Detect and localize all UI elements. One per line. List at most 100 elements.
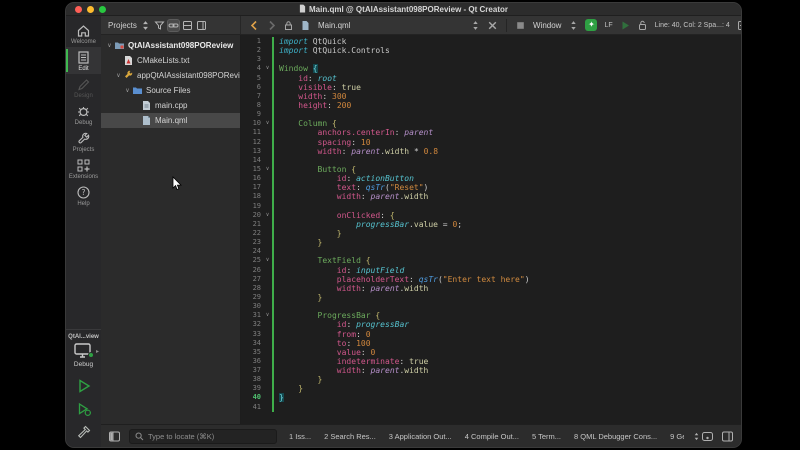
code-text <box>274 156 279 165</box>
code-text: import QtQuick.Controls <box>274 46 390 55</box>
output-tab-4[interactable]: 4 Compile Out... <box>465 432 519 441</box>
document-dropdown-icon[interactable] <box>470 20 481 31</box>
close-window-button[interactable] <box>75 6 82 13</box>
output-tab-5[interactable]: 5 Term... <box>532 432 561 441</box>
fold-marker-icon[interactable]: ∨ <box>263 256 272 265</box>
tree-item[interactable]: CMakeLists.txt <box>101 53 240 68</box>
code-text: width: parent.width <box>274 366 428 375</box>
tree-item[interactable]: ∨appQtAIAssistant098POReview <box>101 68 240 83</box>
code-line: 26 id: inputField <box>241 266 741 275</box>
code-text: width: parent.width <box>274 284 428 293</box>
sidebar-mode-edit[interactable]: Edit <box>66 47 101 74</box>
tree-expand-chevron[interactable]: ∨ <box>123 87 132 94</box>
code-line: 21 progressBar.value = 0; <box>241 220 741 229</box>
home-icon <box>76 23 91 38</box>
sidebar-mode-projects[interactable]: Projects <box>66 128 101 155</box>
monitor-icon: ▸ <box>74 343 93 359</box>
line-number: 2 <box>241 46 263 55</box>
tree-expand-chevron[interactable]: ∨ <box>114 72 123 79</box>
output-tab-1[interactable]: 1 Iss... <box>289 432 311 441</box>
toggle-left-sidebar-icon[interactable] <box>108 430 121 443</box>
sidebar-mode-design[interactable]: Design <box>66 74 101 101</box>
line-number: 32 <box>241 320 263 329</box>
fold-marker-icon[interactable]: ∨ <box>263 311 272 320</box>
line-number: 30 <box>241 302 263 311</box>
output-panes-dropdown-icon[interactable] <box>692 432 701 441</box>
toolbar-divider <box>506 19 507 32</box>
tree-expand-chevron[interactable]: ∨ <box>105 42 114 49</box>
locator-input[interactable]: Type to locate (⌘K) <box>129 429 277 444</box>
line-number: 20 <box>241 211 263 220</box>
projects-pane-header: Projects <box>101 16 241 34</box>
code-text <box>274 110 279 119</box>
code-text: id: progressBar <box>274 320 409 329</box>
file-permissions-icon[interactable] <box>637 20 648 31</box>
output-tab-3[interactable]: 3 Application Out... <box>389 432 452 441</box>
updown-icon[interactable] <box>140 20 151 31</box>
sidebar-mode-help[interactable]: ?Help <box>66 182 101 209</box>
tree-item[interactable]: main.cpp <box>101 98 240 113</box>
symbol-group: Window ✦ LF Line: 40, Col: 2 Spa...: 4 <box>512 19 736 31</box>
kit-selector[interactable]: QtAI...view ▸ Debug <box>66 329 101 370</box>
sidebar-mode-welcome[interactable]: Welcome <box>66 20 101 47</box>
tree-item[interactable]: Main.qml <box>101 113 240 128</box>
code-line: 17 text: qsTr("Reset") <box>241 183 741 192</box>
split-pane-icon[interactable] <box>182 20 193 31</box>
output-tab-7[interactable]: 9 General Messa... <box>670 432 684 441</box>
line-number: 38 <box>241 375 263 384</box>
forward-icon[interactable] <box>266 20 277 31</box>
sidebar-mode-debug[interactable]: Debug <box>66 101 101 128</box>
fold-gutter <box>263 174 272 183</box>
qml-preview-icon[interactable] <box>620 20 631 31</box>
fold-marker-icon[interactable]: ∨ <box>263 64 272 73</box>
line-number: 21 <box>241 220 263 229</box>
tree-item[interactable]: ∨QtAIAssistant098POReview <box>101 38 240 53</box>
line-number: 14 <box>241 156 263 165</box>
open-document-selector[interactable]: Main.qml <box>318 21 350 30</box>
run-button[interactable] <box>76 378 92 394</box>
line-number: 22 <box>241 229 263 238</box>
close-document-icon[interactable] <box>487 20 498 31</box>
bottom-bar: Type to locate (⌘K) 1 Iss... 2 Search Res… <box>101 424 741 447</box>
output-tab-2[interactable]: 2 Search Res... <box>324 432 376 441</box>
code-line: 29 } <box>241 293 741 302</box>
tree-item[interactable]: ∨Source Files <box>101 83 240 98</box>
code-line: 19 <box>241 202 741 211</box>
back-icon[interactable] <box>249 20 260 31</box>
sync-with-editor-icon[interactable] <box>168 20 179 31</box>
console-icon[interactable] <box>701 430 714 443</box>
close-sidebar-icon[interactable] <box>196 20 207 31</box>
toggle-right-sidebar-icon[interactable] <box>721 430 734 443</box>
locator-placeholder: Type to locate (⌘K) <box>148 432 214 441</box>
minimize-window-button[interactable] <box>87 6 94 13</box>
code-line: 4∨Window { <box>241 64 741 73</box>
code-line: 24 <box>241 247 741 256</box>
output-tab-6[interactable]: 8 QML Debugger Cons... <box>574 432 657 441</box>
kit-expand-arrow: ▸ <box>96 348 99 355</box>
sidebar-mode-extensions[interactable]: Extensions <box>66 155 101 182</box>
code-line: 1import QtQuick <box>241 37 741 46</box>
ai-assistant-icon[interactable]: ✦ <box>585 19 597 31</box>
split-editor-icon[interactable] <box>737 20 742 31</box>
fold-marker-icon[interactable]: ∨ <box>263 211 272 220</box>
fold-marker-icon[interactable]: ∨ <box>263 119 272 128</box>
code-text <box>274 55 279 64</box>
code-line: 15∨ Button { <box>241 165 741 174</box>
code-line: 28 width: parent.width <box>241 284 741 293</box>
code-editor[interactable]: 1import QtQuick2 import QtQuick.Controls 3… <box>241 35 741 424</box>
debug-run-button[interactable] <box>76 401 92 417</box>
code-line: 23 } <box>241 238 741 247</box>
app-target <box>123 70 134 81</box>
fold-marker-icon[interactable]: ∨ <box>263 165 272 174</box>
projects-pane-title[interactable]: Projects <box>108 21 137 30</box>
svg-text:?: ? <box>82 188 86 197</box>
code-text: anchors.centerIn: parent <box>274 128 433 137</box>
filter-icon[interactable] <box>154 20 165 31</box>
fold-gutter <box>263 101 272 110</box>
build-button[interactable] <box>76 424 92 440</box>
zoom-window-button[interactable] <box>99 6 106 13</box>
symbol-selector[interactable]: Window <box>533 21 561 30</box>
line-number: 35 <box>241 348 263 357</box>
symbol-dropdown-icon[interactable] <box>568 20 579 31</box>
line-ending-indicator[interactable]: LF <box>604 22 612 29</box>
